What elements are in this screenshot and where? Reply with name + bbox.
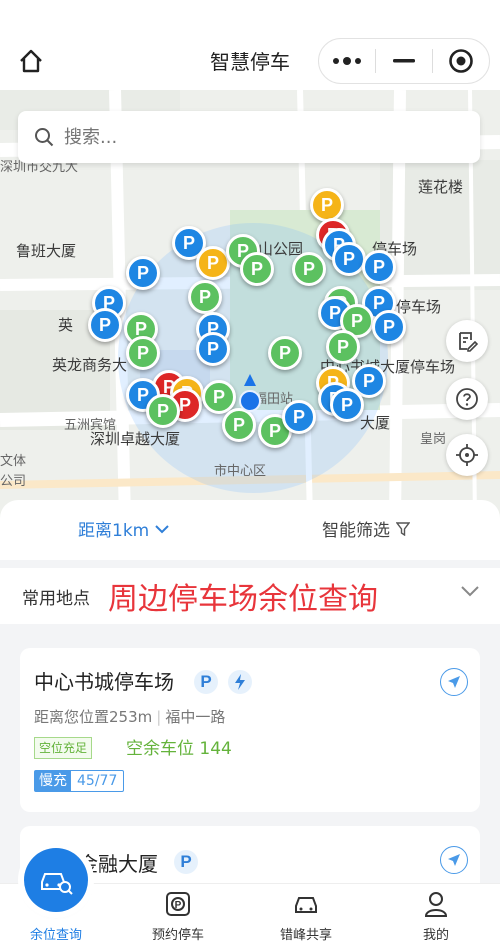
tab-label: 余位查询	[29, 928, 82, 943]
search-icon	[35, 128, 54, 147]
filter-bar: 距离1km 智能筛选	[0, 500, 500, 560]
map-label: 停车场	[396, 298, 442, 316]
parking-pin[interactable]: P	[332, 242, 366, 276]
miniapp-capsule	[318, 38, 490, 84]
parking-p-icon: P	[174, 850, 198, 874]
parking-info: 距离您位置253m | 福中一路	[34, 706, 225, 727]
map-label: 英	[58, 316, 74, 334]
car-share-icon	[295, 897, 317, 913]
spaces-query-fab[interactable]	[24, 848, 88, 912]
parking-name: 中心书城停车场	[34, 670, 174, 694]
slow-charge-count: 45/77	[77, 773, 118, 789]
parking-pin[interactable]: P	[188, 280, 222, 314]
common-places-row[interactable]: 常用地点 周边停车场余位查询	[0, 568, 500, 624]
navigate-button[interactable]	[440, 668, 468, 696]
parking-pin[interactable]: P	[310, 188, 344, 222]
search-bar[interactable]	[18, 111, 480, 163]
map-label: 大厦	[360, 414, 391, 432]
map-label: 深圳卓越大厦	[90, 430, 181, 448]
parking-pin[interactable]: P	[240, 252, 274, 286]
svg-text:P: P	[175, 900, 182, 911]
more-dots-icon	[333, 57, 361, 65]
parking-pin[interactable]: P	[268, 336, 302, 370]
tab-mine[interactable]: 我的	[386, 884, 486, 945]
distance-filter[interactable]: 距离1km	[78, 516, 169, 541]
current-location-dot	[239, 390, 261, 412]
common-places-label: 常用地点	[22, 589, 90, 609]
lightning-icon	[228, 670, 252, 694]
slow-charge-badge: 慢充 45/77	[34, 770, 125, 792]
distance-label: 距离1km	[78, 521, 150, 541]
search-input[interactable]	[64, 126, 444, 148]
more-button[interactable]	[319, 39, 375, 83]
minimize-button[interactable]	[376, 39, 432, 83]
tab-label: 错峰共享	[279, 928, 332, 943]
smart-filter[interactable]: 智能筛选	[322, 516, 410, 541]
parking-pin[interactable]: P	[362, 250, 396, 284]
parking-pin[interactable]: P	[222, 408, 256, 442]
target-circle-icon	[449, 49, 473, 73]
filter-funnel-icon	[396, 521, 410, 536]
tab-offpeak-share[interactable]: 错峰共享	[256, 884, 356, 945]
locate-button[interactable]	[446, 434, 488, 476]
map-label: 莲花楼	[418, 178, 464, 196]
parking-pin[interactable]: P	[196, 246, 230, 280]
parking-p-icon: P	[194, 670, 218, 694]
map-label: 皇岗	[420, 432, 447, 447]
crosshair-icon	[456, 444, 478, 466]
tab-reserve-parking[interactable]: P 预约停车	[128, 884, 228, 945]
map-label: 英龙商务大	[52, 356, 128, 374]
slow-charge-label: 慢充	[35, 771, 71, 791]
edit-note-icon	[459, 332, 478, 352]
parking-ticket-icon: P	[166, 892, 190, 916]
parking-pin[interactable]: P	[196, 332, 230, 366]
car-search-icon	[41, 873, 73, 895]
parking-pin[interactable]: P	[292, 252, 326, 286]
parking-pin[interactable]: P	[126, 336, 160, 370]
parking-pin[interactable]: P	[330, 388, 364, 422]
parking-pin[interactable]: P	[146, 394, 180, 428]
help-button[interactable]	[446, 378, 488, 420]
chevron-down-icon	[155, 524, 169, 533]
banner-title: 周边停车场余位查询	[108, 582, 378, 617]
map-label: 公司	[0, 474, 27, 489]
parking-pin[interactable]: P	[326, 330, 360, 364]
parking-distance: 距离您位置253m	[34, 708, 153, 726]
info-divider: |	[156, 708, 162, 726]
navigate-arrow-icon	[448, 854, 460, 866]
map-label: 文体	[0, 454, 27, 469]
parking-pin[interactable]: P	[282, 400, 316, 434]
smart-filter-label: 智能筛选	[322, 521, 390, 541]
map-label: 市中心区	[214, 464, 267, 479]
parking-card[interactable]: 中心书城停车场 P 距离您位置253m | 福中一路 空位充足 空余车位 144 慢…	[20, 648, 480, 812]
chevron-down-icon[interactable]	[460, 584, 480, 598]
user-icon	[424, 892, 448, 917]
navigate-button[interactable]	[440, 846, 468, 874]
tab-label: 预约停车	[151, 928, 204, 943]
navigate-arrow-icon	[448, 676, 460, 688]
header-bar: 智慧停车	[0, 0, 500, 90]
parking-address: 福中一路	[165, 708, 226, 726]
map-label: 鲁班大厦	[16, 242, 77, 260]
heading-arrow	[244, 374, 256, 386]
minimize-icon	[393, 59, 415, 63]
parking-pin[interactable]: P	[126, 256, 160, 290]
close-miniapp-button[interactable]	[433, 39, 489, 83]
tab-label: 我的	[422, 928, 449, 943]
parking-pin[interactable]: P	[88, 308, 122, 342]
free-spaces: 空余车位 144	[126, 739, 232, 759]
parking-pin[interactable]: P	[372, 310, 406, 344]
parking-name: 金融大厦	[78, 852, 158, 876]
edit-note-button[interactable]	[446, 320, 488, 362]
availability-tag: 空位充足	[34, 737, 93, 759]
question-icon	[456, 388, 478, 410]
